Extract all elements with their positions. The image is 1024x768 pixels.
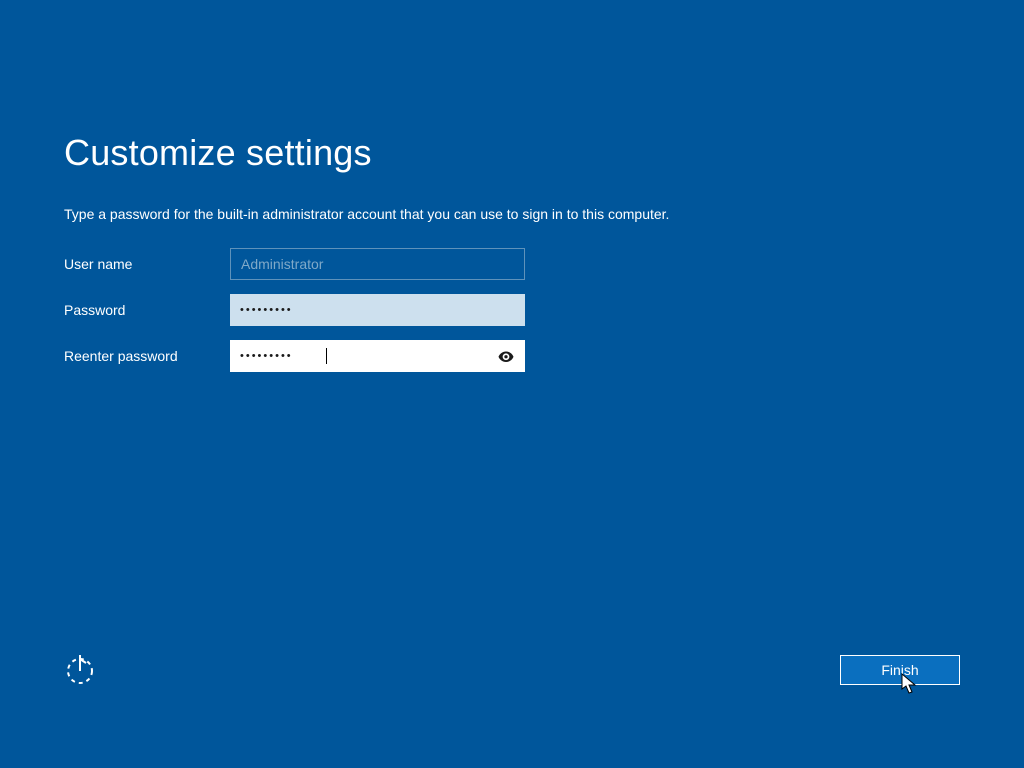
reenter-label: Reenter password xyxy=(64,348,230,364)
row-username: User name xyxy=(64,248,960,280)
row-reenter: Reenter password xyxy=(64,340,960,372)
ease-of-access-icon xyxy=(64,653,98,687)
username-field-wrap xyxy=(230,248,525,280)
finish-button-label: Finish xyxy=(881,662,918,678)
finish-button[interactable]: Finish xyxy=(840,655,960,685)
username-field xyxy=(230,248,525,280)
password-field-wrap xyxy=(230,294,525,326)
reveal-password-button[interactable] xyxy=(491,340,521,372)
page-instruction: Type a password for the built-in adminis… xyxy=(64,206,960,222)
footer: Finish xyxy=(64,654,960,686)
password-field[interactable] xyxy=(230,294,525,326)
page-title: Customize settings xyxy=(64,132,960,174)
reenter-password-field[interactable] xyxy=(230,340,525,372)
eye-icon xyxy=(497,347,515,365)
reenter-field-wrap xyxy=(230,340,525,372)
setup-page: Customize settings Type a password for t… xyxy=(64,132,960,386)
row-password: Password xyxy=(64,294,960,326)
password-label: Password xyxy=(64,302,230,318)
text-caret xyxy=(326,348,327,364)
username-label: User name xyxy=(64,256,230,272)
ease-of-access-button[interactable] xyxy=(64,653,98,687)
